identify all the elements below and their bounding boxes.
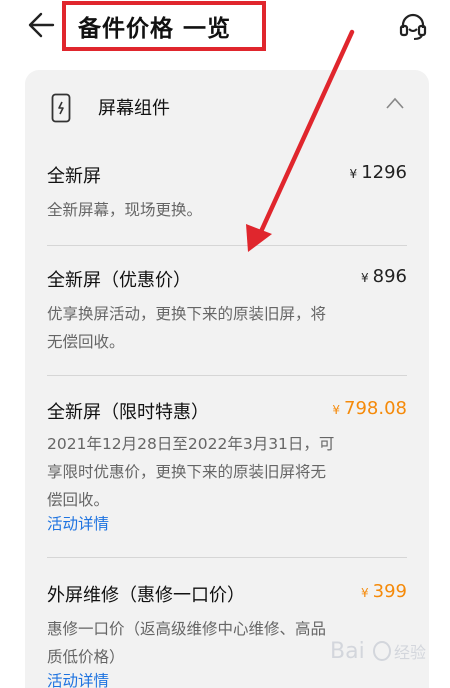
item-price: ¥ 1296 xyxy=(350,162,407,183)
arrow-left-icon xyxy=(28,12,55,38)
item-description: 惠修一口价（返高级维修中心维修、高品质低价格） xyxy=(47,620,327,666)
section-title: 屏幕组件 xyxy=(98,98,170,119)
chevron-up-icon[interactable] xyxy=(385,96,405,110)
customer-service-button[interactable] xyxy=(394,7,432,45)
price-value: 896 xyxy=(372,266,407,287)
price-value: 1296 xyxy=(361,162,407,183)
divider xyxy=(47,557,407,558)
back-button[interactable] xyxy=(24,8,58,42)
item-title: 外屏维修（惠修一口价） xyxy=(47,585,245,606)
activity-details-link[interactable]: 活动详情 xyxy=(47,669,109,688)
price-value: 798.08 xyxy=(344,398,407,419)
divider xyxy=(47,245,407,246)
item-title: 全新屏（优惠价） xyxy=(47,270,191,291)
divider xyxy=(47,375,407,376)
svg-text:Bai: Bai xyxy=(330,639,365,664)
currency-symbol: ¥ xyxy=(361,586,369,600)
title-highlight-box: 备件价格 一览 xyxy=(62,1,266,51)
currency-symbol: ¥ xyxy=(361,271,369,285)
headset-icon xyxy=(399,13,427,40)
page-title: 备件价格 一览 xyxy=(78,16,232,42)
currency-symbol: ¥ xyxy=(332,403,341,417)
screen-parts-card: 屏幕组件 全新屏 ¥ 1296 全新屏幕，现场更换。 全新屏（优惠价） ¥ 89… xyxy=(25,70,429,688)
phone-icon xyxy=(51,93,71,123)
currency-symbol: ¥ xyxy=(349,167,358,181)
item-price: ¥ 399 xyxy=(361,581,407,602)
item-price: ¥ 896 xyxy=(361,266,407,287)
activity-details-link[interactable]: 活动详情 xyxy=(47,512,109,534)
section-header[interactable]: 屏幕组件 xyxy=(25,70,429,142)
item-description: 全新屏幕，现场更换。 xyxy=(47,201,203,219)
header: 备件价格 一览 xyxy=(0,0,450,56)
watermark-logo: Bai 经验 xyxy=(330,639,426,664)
svg-text:经验: 经验 xyxy=(394,643,426,662)
item-description: 2021年12月28日至2022年3月31日，可享限时优惠价，更换下来的原装旧屏… xyxy=(47,435,335,509)
item-title: 全新屏（限时特惠） xyxy=(47,402,209,423)
price-value: 399 xyxy=(372,581,407,602)
item-title: 全新屏 xyxy=(47,166,101,187)
item-price: ¥ 798.08 xyxy=(332,398,407,419)
item-description: 优享换屏活动，更换下来的原装旧屏，将无偿回收。 xyxy=(47,305,327,351)
